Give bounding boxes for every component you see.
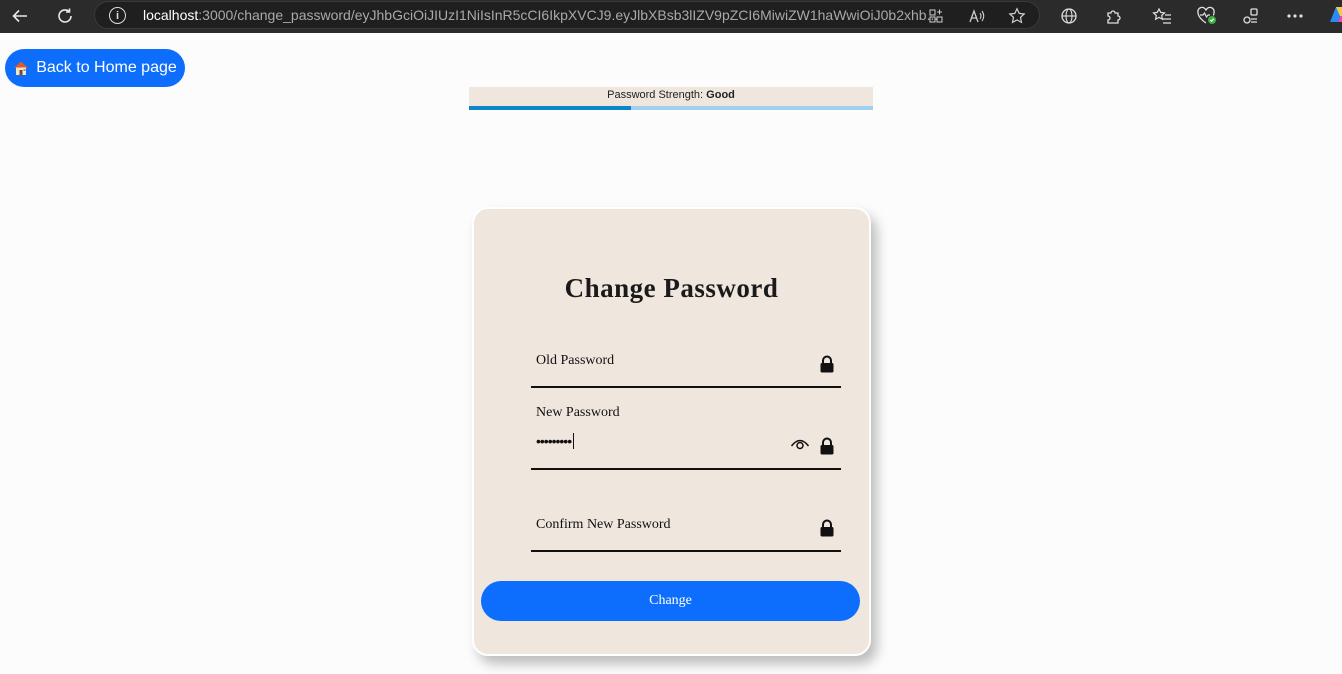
new-password-input[interactable]: ••••••••• bbox=[536, 433, 575, 449]
read-aloud-icon[interactable] bbox=[966, 5, 988, 27]
refresh-icon[interactable] bbox=[52, 4, 78, 28]
app-available-icon[interactable] bbox=[925, 5, 947, 27]
favorites-list-icon[interactable] bbox=[1149, 4, 1175, 28]
house-icon bbox=[13, 60, 29, 76]
password-strength-value: Good bbox=[706, 89, 735, 101]
back-to-home-label: Back to Home page bbox=[36, 59, 177, 76]
password-strength-fill bbox=[469, 106, 631, 110]
password-strength-label: Password Strength: bbox=[607, 89, 704, 101]
new-password-masked-value: ••••••••• bbox=[536, 433, 572, 449]
confirm-password-label: Confirm New Password bbox=[536, 517, 671, 532]
url-path: :3000/change_password/eyJhbGciOiJIUzI1Ni… bbox=[198, 7, 939, 23]
old-password-field[interactable]: Old Password bbox=[531, 349, 841, 388]
copilot-icon[interactable] bbox=[1326, 4, 1342, 26]
url-host: localhost bbox=[143, 7, 199, 23]
more-options-icon[interactable] bbox=[1282, 4, 1308, 28]
extensions-puzzle-icon[interactable] bbox=[1101, 4, 1127, 28]
collections-icon[interactable] bbox=[1238, 4, 1264, 28]
page-title: Change Password bbox=[564, 273, 779, 303]
favorite-star-icon[interactable] bbox=[1006, 5, 1028, 27]
confirm-password-field[interactable]: Confirm New Password bbox=[531, 513, 841, 552]
change-button[interactable]: Change bbox=[481, 581, 860, 621]
new-password-label: New Password bbox=[536, 405, 620, 420]
url-text[interactable]: localhost:3000/change_password/eyJhbGciO… bbox=[143, 7, 958, 23]
back-to-home-button[interactable]: Back to Home page bbox=[5, 49, 185, 87]
change-password-card: Change Password Old Password New Passwor… bbox=[472, 207, 871, 656]
text-caret bbox=[573, 433, 575, 449]
site-info-icon[interactable]: i bbox=[109, 7, 126, 24]
show-password-eye-icon[interactable] bbox=[790, 437, 810, 451]
address-bar[interactable]: i localhost:3000/change_password/eyJhbGc… bbox=[94, 1, 1040, 29]
browser-toolbar: i localhost:3000/change_password/eyJhbGc… bbox=[0, 0, 1342, 33]
browser-essentials-icon[interactable] bbox=[1194, 4, 1220, 28]
password-strength-text: Password Strength: Good bbox=[469, 89, 873, 101]
back-arrow-icon[interactable] bbox=[7, 4, 33, 28]
password-strength-meter: Password Strength: Good bbox=[469, 87, 873, 110]
lock-icon bbox=[819, 519, 835, 537]
lock-icon bbox=[819, 355, 835, 373]
globe-icon[interactable] bbox=[1056, 4, 1082, 28]
password-strength-track bbox=[469, 106, 873, 110]
old-password-label: Old Password bbox=[536, 353, 615, 368]
lock-icon bbox=[819, 437, 835, 455]
new-password-field[interactable]: New Password ••••••••• bbox=[531, 401, 841, 470]
